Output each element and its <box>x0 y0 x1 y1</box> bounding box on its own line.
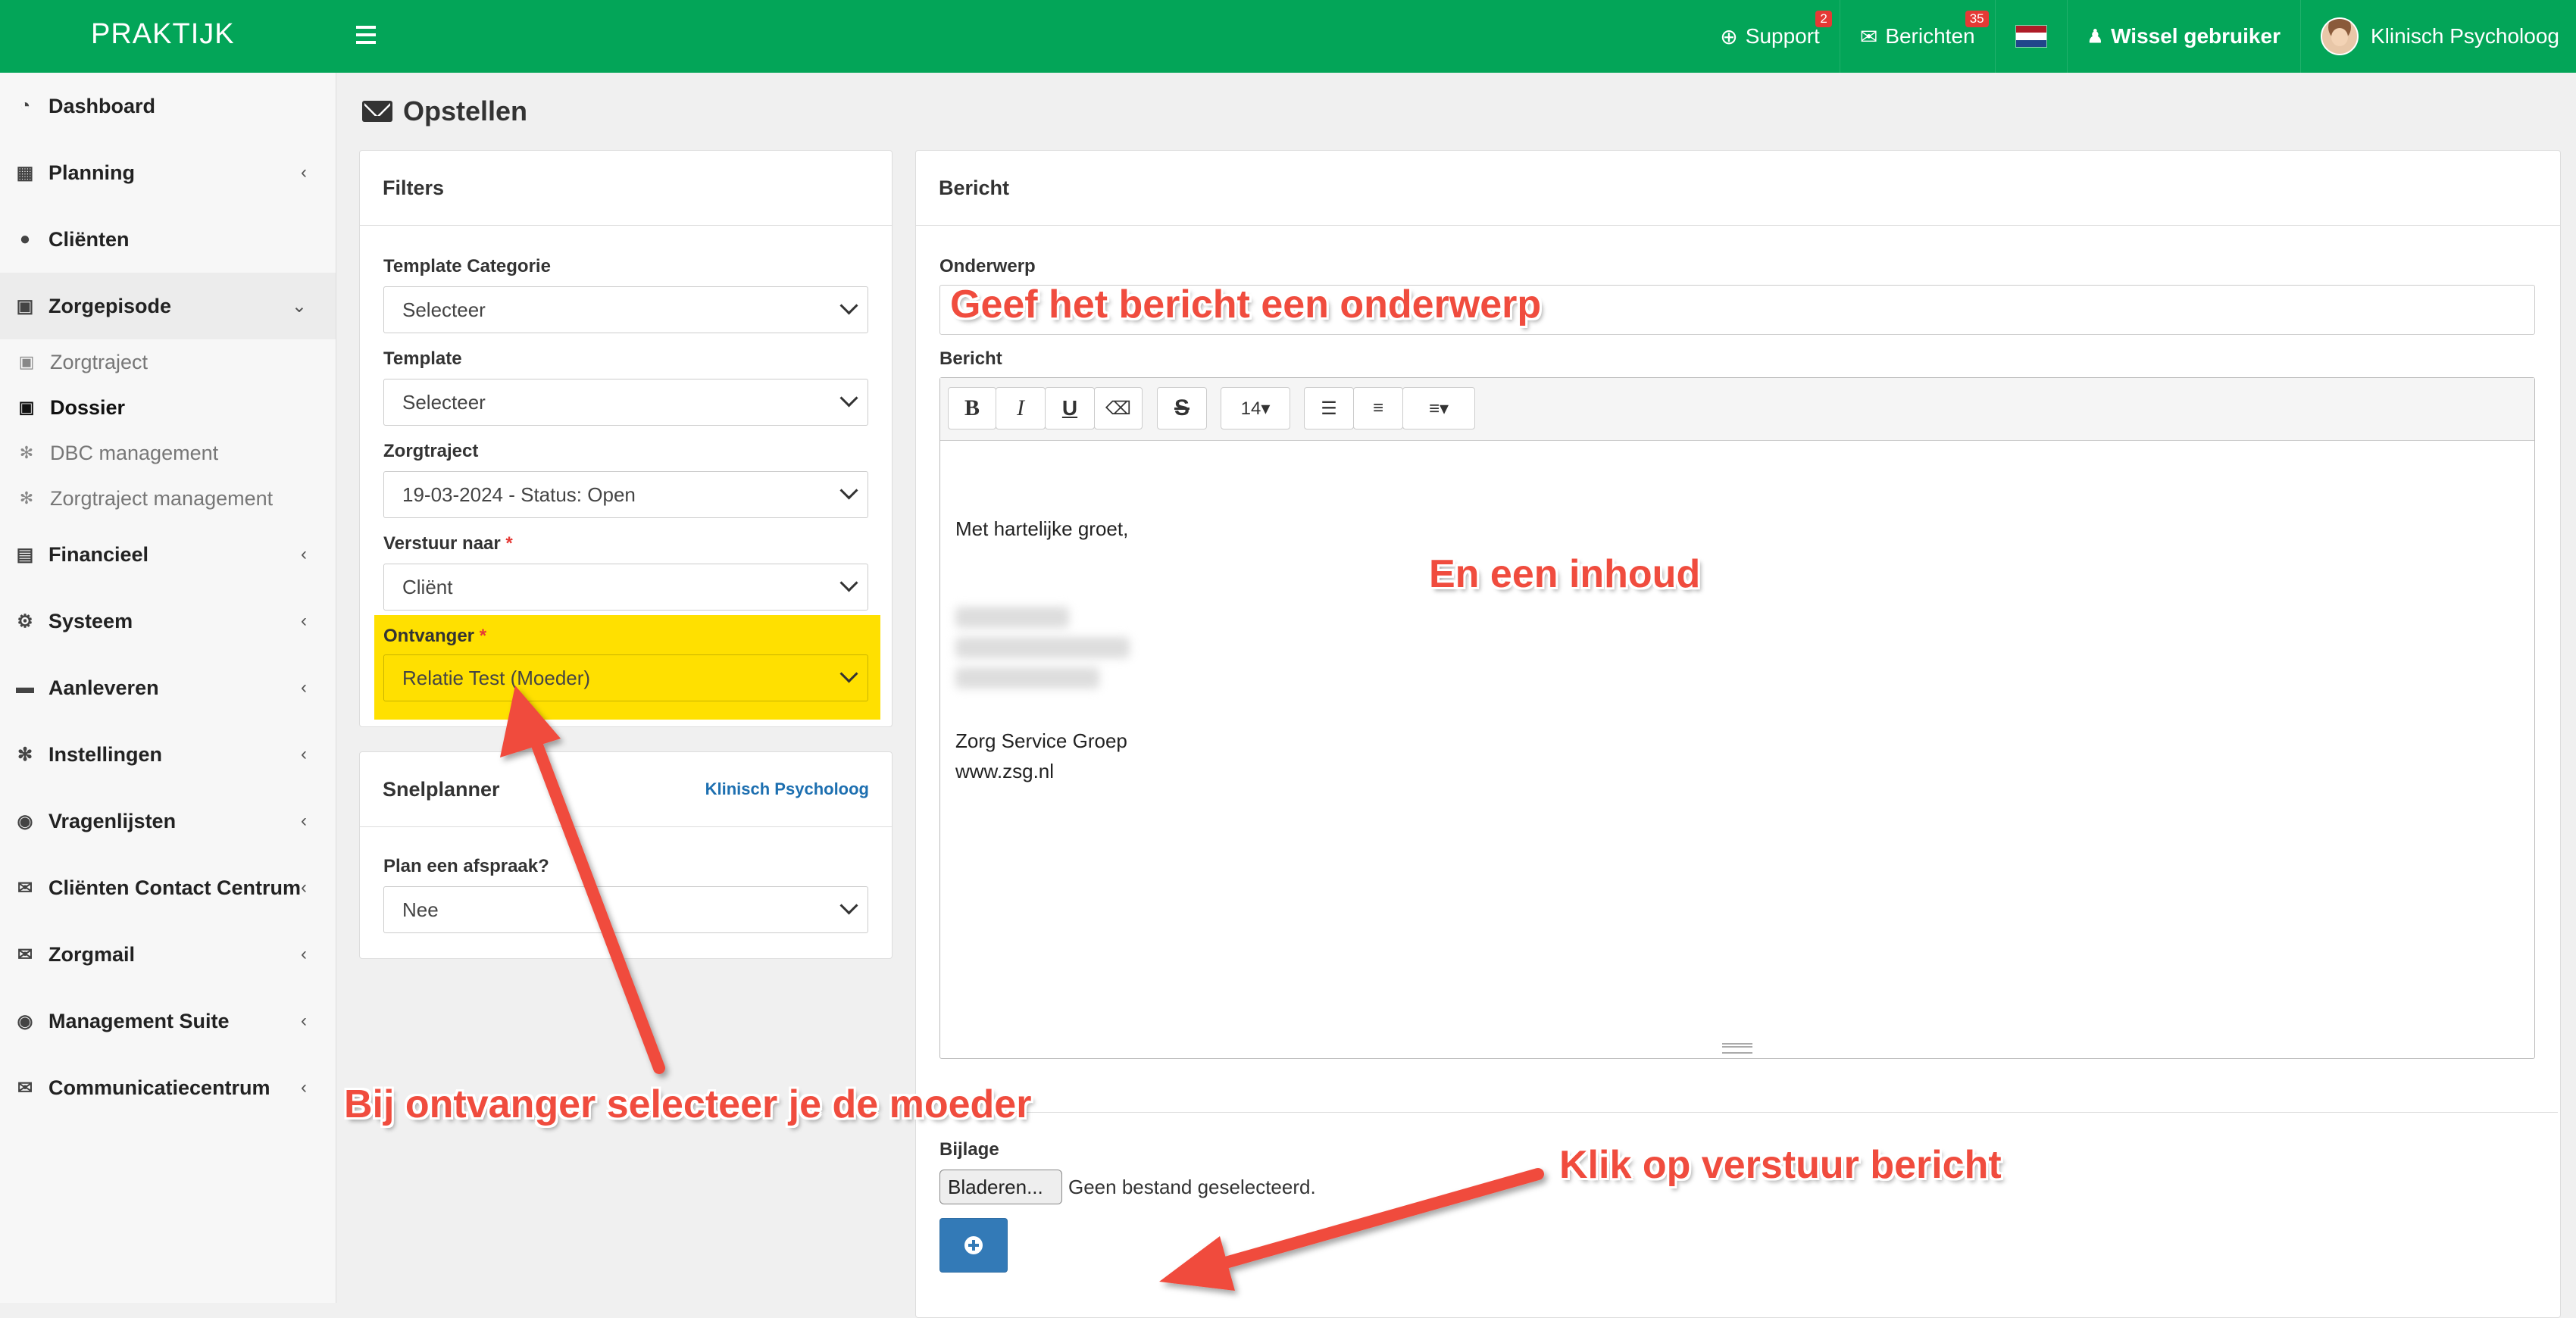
annotation-ontvanger: Bij ontvanger selecteer je de moeder <box>344 1082 1032 1126</box>
annotation-verstuur: Klik op verstuur bericht <box>1559 1143 2002 1187</box>
annotation-inhoud: En een inhoud <box>1429 552 1701 596</box>
arrow-to-send-button <box>1159 1168 1544 1291</box>
annotation-onderwerp: Geef het bericht een onderwerp <box>950 283 1542 326</box>
arrow-to-ontvanger <box>500 686 665 1074</box>
